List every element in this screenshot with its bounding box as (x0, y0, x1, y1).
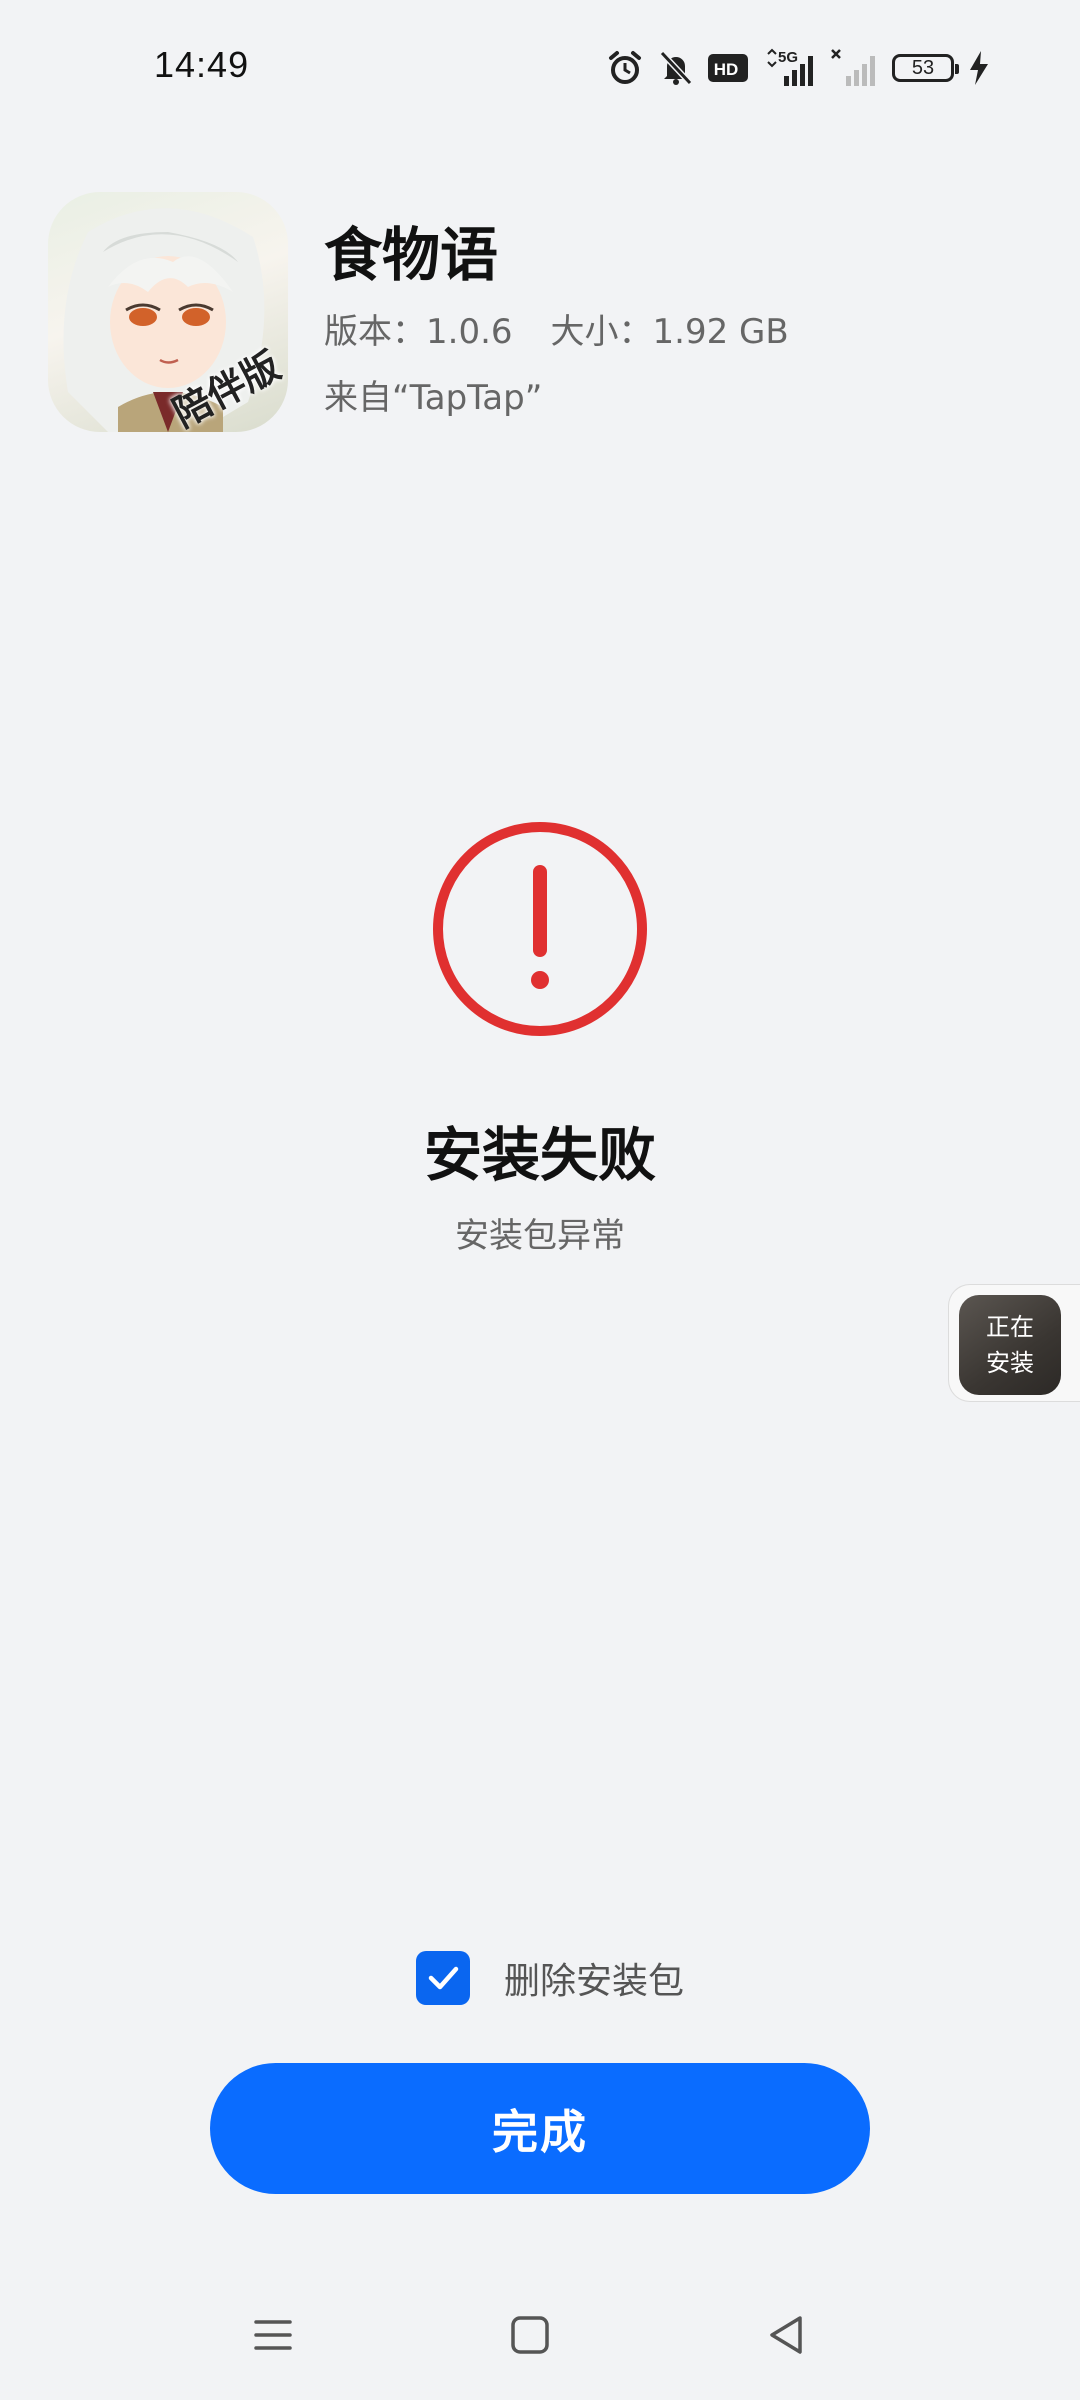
app-size: 大小：1.92 GB (550, 312, 789, 352)
app-meta: 版本：1.0.6 大小：1.92 GB (324, 304, 789, 353)
5g-signal-icon: 5G (767, 48, 813, 86)
battery-level: 53 (911, 56, 935, 79)
installing-floating-widget[interactable]: 正在 安装 (948, 1284, 1080, 1402)
error-icon (433, 822, 647, 1036)
status-icons: HD 5G 53 (606, 44, 990, 92)
app-name: 食物语 (324, 221, 499, 289)
svg-text:5G: 5G (778, 49, 798, 66)
navigation-bar (0, 2290, 1080, 2380)
status-time: 14:49 (154, 44, 250, 85)
alarm-icon (609, 51, 641, 84)
app-icon: 陪伴版 (48, 192, 288, 432)
battery-icon: 53 (892, 54, 959, 82)
menu-icon[interactable] (248, 2310, 298, 2360)
hd-icon: HD (708, 54, 748, 82)
mute-bell-icon (659, 50, 693, 86)
home-icon[interactable] (505, 2310, 555, 2360)
no-signal-icon (831, 49, 875, 86)
done-button[interactable]: 完成 (210, 2063, 870, 2194)
result-title: 安装失败 (423, 1121, 656, 1189)
app-header: 陪伴版 食物语 版本：1.0.6 大小：1.92 GB 来自“TapTap” (48, 192, 1032, 432)
checkmark-icon (428, 1966, 459, 1990)
delete-package-label: 删除安装包 (504, 1961, 685, 2002)
installing-widget-line1: 正在 (986, 1313, 1034, 1341)
installing-widget-line2: 安装 (986, 1349, 1034, 1377)
svg-text:HD: HD (714, 60, 739, 79)
delete-package-checkbox[interactable] (416, 1951, 470, 2005)
delete-package-option[interactable]: 删除安装包 (416, 1950, 684, 2006)
charging-icon (970, 51, 988, 85)
app-source: 来自“TapTap” (324, 378, 543, 418)
back-icon[interactable] (762, 2310, 812, 2360)
installing-widget-body[interactable]: 正在 安装 (959, 1295, 1061, 1395)
status-bar: 14:49 HD 5G 53 (0, 0, 1080, 140)
result-subtitle: 安装包异常 (455, 1216, 625, 1256)
app-version: 版本：1.0.6 (324, 312, 513, 352)
